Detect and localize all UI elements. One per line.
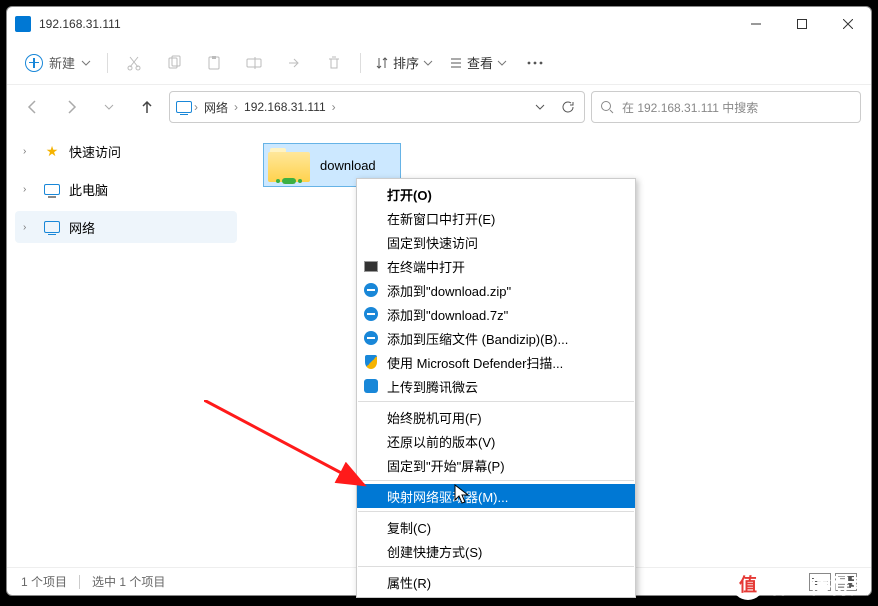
view-icon [449, 56, 463, 70]
ctx-pin-start[interactable]: 固定到"开始"屏幕(P) [357, 453, 635, 477]
ctx-copy[interactable]: 复制(C) [357, 515, 635, 539]
sort-label: 排序 [393, 53, 419, 72]
context-menu: 打开(O) 在新窗口中打开(E) 固定到快速访问 在终端中打开 添加到"down… [356, 178, 636, 598]
search-icon [600, 100, 614, 114]
ctx-map-drive[interactable]: 映射网络驱动器(M)... [357, 484, 635, 508]
watermark-text: 什么值得买 [770, 570, 870, 599]
terminal-icon [363, 258, 379, 274]
search-input[interactable]: 在 192.168.31.111 中搜索 [591, 91, 861, 123]
titlebar: 192.168.31.111 [7, 7, 871, 41]
ctx-shortcut[interactable]: 创建快捷方式(S) [357, 539, 635, 563]
tree-label: 网络 [69, 218, 95, 237]
bandizip-icon [363, 330, 379, 346]
rename-button[interactable] [236, 47, 272, 79]
app-icon [15, 16, 31, 32]
toolbar: 新建 排序 查看 [7, 41, 871, 85]
ctx-open-terminal[interactable]: 在终端中打开 [357, 254, 635, 278]
tree-label: 快速访问 [69, 142, 121, 161]
ctx-defender-scan[interactable]: 使用 Microsoft Defender扫描... [357, 350, 635, 374]
view-label: 查看 [467, 53, 493, 72]
ctx-restore[interactable]: 还原以前的版本(V) [357, 429, 635, 453]
more-button[interactable] [517, 47, 553, 79]
cut-button[interactable] [116, 47, 152, 79]
ctx-add-bandizip[interactable]: 添加到压缩文件 (Bandizip)(B)... [357, 326, 635, 350]
close-button[interactable] [825, 7, 871, 41]
up-button[interactable] [131, 91, 163, 123]
maximize-button[interactable] [779, 7, 825, 41]
copy-button[interactable] [156, 47, 192, 79]
share-button[interactable] [276, 47, 312, 79]
view-button[interactable]: 查看 [443, 49, 513, 76]
status-selected: 选中 1 个项目 [92, 573, 165, 590]
chevron-down-icon [497, 58, 507, 68]
history-dropdown-button[interactable] [526, 93, 554, 121]
search-placeholder: 在 192.168.31.111 中搜索 [622, 99, 758, 116]
ctx-offline[interactable]: 始终脱机可用(F) [357, 405, 635, 429]
new-label: 新建 [49, 53, 75, 72]
sidebar-item-network[interactable]: › 网络 [15, 211, 237, 243]
network-icon [43, 221, 61, 233]
plus-icon [25, 54, 43, 72]
star-icon: ★ [43, 143, 61, 160]
status-items: 1 个项目 [21, 573, 67, 590]
sort-icon [375, 56, 389, 70]
ctx-properties[interactable]: 属性(R) [357, 570, 635, 594]
watermark-badge: 值 [732, 568, 764, 600]
forward-button[interactable] [55, 91, 87, 123]
ctx-open-new-window[interactable]: 在新窗口中打开(E) [357, 206, 635, 230]
network-folder-icon [268, 148, 310, 182]
chevron-down-icon [81, 58, 91, 68]
back-button[interactable] [17, 91, 49, 123]
network-icon [176, 101, 192, 113]
shield-icon [363, 354, 379, 370]
address-bar[interactable]: › 网络 › 192.168.31.111 › [169, 91, 585, 123]
sidebar-item-pc[interactable]: › 此电脑 [15, 173, 237, 205]
ctx-open[interactable]: 打开(O) [357, 182, 635, 206]
refresh-button[interactable] [554, 93, 582, 121]
sort-button[interactable]: 排序 [369, 49, 439, 76]
chevron-down-icon [423, 58, 433, 68]
sidebar: ›★ 快速访问 › 此电脑 › 网络 [7, 129, 245, 567]
folder-label: download [320, 158, 376, 173]
ctx-add-7z[interactable]: 添加到"download.7z" [357, 302, 635, 326]
delete-button[interactable] [316, 47, 352, 79]
pc-icon [43, 184, 61, 195]
ctx-pin-quick[interactable]: 固定到快速访问 [357, 230, 635, 254]
minimize-button[interactable] [733, 7, 779, 41]
crumb-network[interactable]: 网络 [200, 97, 232, 118]
crumb-host[interactable]: 192.168.31.111 [240, 98, 330, 116]
watermark: 值 什么值得买 [732, 568, 870, 600]
paste-button[interactable] [196, 47, 232, 79]
weiyun-icon [363, 378, 379, 394]
ctx-add-zip[interactable]: 添加到"download.zip" [357, 278, 635, 302]
recent-button[interactable] [93, 91, 125, 123]
ctx-upload-weiyun[interactable]: 上传到腾讯微云 [357, 374, 635, 398]
new-button[interactable]: 新建 [17, 49, 99, 76]
tree-label: 此电脑 [69, 180, 108, 199]
window-title: 192.168.31.111 [39, 17, 121, 31]
bandizip-icon [363, 306, 379, 322]
address-row: › 网络 › 192.168.31.111 › 在 192.168.31.111… [7, 85, 871, 129]
bandizip-icon [363, 282, 379, 298]
sidebar-item-quick[interactable]: ›★ 快速访问 [15, 135, 237, 167]
